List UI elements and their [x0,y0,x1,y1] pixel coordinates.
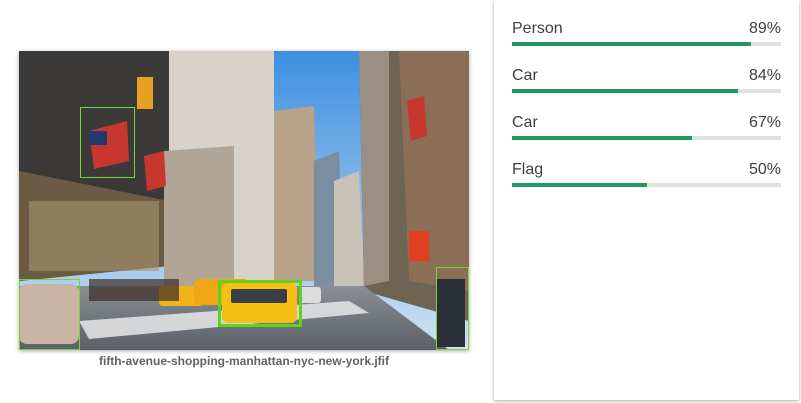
image-preview [19,51,469,350]
result-label: Car [512,67,538,84]
flag-bounding-box[interactable] [80,107,135,178]
car-bounding-box[interactable] [19,279,80,350]
result-score: 89% [748,20,781,37]
result-label: Flag [512,161,544,178]
result-row-car[interactable]: Car 67% [512,114,781,144]
image-filename: fifth-avenue-shopping-manhattan-nyc-new-… [98,354,389,368]
result-label: Person [512,20,563,37]
score-bar-fill [512,183,647,187]
result-row-car[interactable]: Car 84% [512,67,781,97]
score-bar-fill [512,42,752,46]
score-bar [512,136,781,140]
result-score: 84% [748,67,781,84]
result-label: Car [512,114,538,131]
car-bounding-box-selected[interactable] [218,280,302,327]
score-bar [512,183,781,187]
score-bar-fill [512,89,738,93]
score-bar [512,42,781,46]
result-row-flag[interactable]: Flag 50% [512,161,781,191]
detection-results-card: Person 89% Car 84% Car 67% Flag 50% [494,0,799,400]
score-bar-fill [512,136,693,140]
score-bar [512,89,781,93]
result-score: 50% [748,161,781,178]
result-score: 67% [748,114,781,131]
person-bounding-box[interactable] [436,267,469,350]
result-row-person[interactable]: Person 89% [512,20,781,50]
